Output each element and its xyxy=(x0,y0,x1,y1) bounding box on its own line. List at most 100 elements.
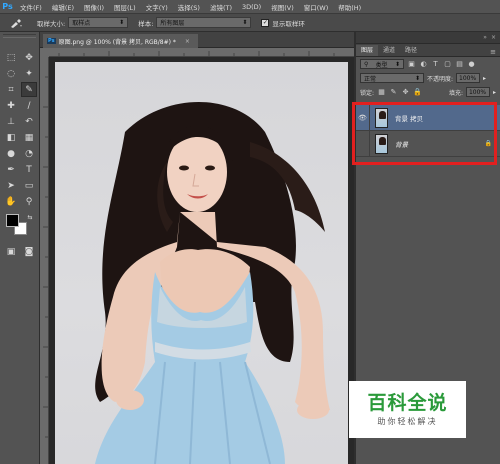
menu-window[interactable]: 窗口(W) xyxy=(299,2,334,12)
collapse-icon[interactable]: » xyxy=(483,34,487,41)
menu-3d[interactable]: 3D(D) xyxy=(237,3,266,11)
tab-paths[interactable]: 路径 xyxy=(400,45,422,56)
pen-tool-icon[interactable]: ✒ xyxy=(3,162,19,177)
hand-tool-icon[interactable]: ✋ xyxy=(3,194,19,209)
document-tab-bar: Ps 原图.png @ 100% (背景 拷贝, RGB/8#) * × xyxy=(40,32,354,48)
lock-transparency-icon[interactable]: ▦ xyxy=(377,88,386,97)
fill-label: 填充: xyxy=(448,89,463,97)
ruler-corner xyxy=(40,48,49,57)
lock-icon: 🔒 xyxy=(484,140,492,147)
sample-size-select[interactable]: 取样点 ⬍ xyxy=(68,17,129,28)
quick-mask-icon[interactable]: ◙ xyxy=(21,244,37,259)
sample-size-label: 取样大小: xyxy=(37,19,66,28)
show-ring-checkbox[interactable]: ✓ xyxy=(261,18,270,27)
menu-file[interactable]: 文件(F) xyxy=(15,2,47,12)
sample-label: 样本: xyxy=(138,19,154,28)
magic-wand-tool-icon[interactable]: ✦ xyxy=(21,66,37,81)
options-bar: 取样大小: 取样点 ⬍ 样本: 所有图层 ⬍ ✓ 显示取样环 xyxy=(0,13,500,32)
chevron-down-icon[interactable]: ▸ xyxy=(483,75,486,82)
screen-mode-icon[interactable]: ▣ xyxy=(3,244,19,259)
horizontal-ruler[interactable] xyxy=(49,48,354,57)
menu-view[interactable]: 视图(V) xyxy=(266,2,299,12)
brush-tool-icon[interactable]: ∕ xyxy=(21,98,37,113)
lock-all-icon[interactable]: 🔒 xyxy=(413,88,422,97)
lasso-tool-icon[interactable]: ◌ xyxy=(3,66,19,81)
eraser-tool-icon[interactable]: ◧ xyxy=(3,130,19,145)
pixel-filter-icon[interactable]: ▣ xyxy=(407,60,416,69)
layer-thumbnail[interactable] xyxy=(375,133,388,154)
tab-layers[interactable]: 图层 xyxy=(356,45,379,56)
adjustment-filter-icon[interactable]: ◐ xyxy=(419,60,428,69)
document-tab[interactable]: Ps 原图.png @ 100% (背景 拷贝, RGB/8#) * × xyxy=(43,34,198,48)
menu-help[interactable]: 帮助(H) xyxy=(333,2,366,12)
opacity-input[interactable]: 100% xyxy=(456,73,481,83)
chevron-down-icon: ⬍ xyxy=(394,60,400,68)
foreground-color-swatch[interactable] xyxy=(6,214,19,227)
lock-position-icon[interactable]: ✥ xyxy=(401,88,410,97)
type-tool-icon[interactable]: T xyxy=(21,162,37,177)
marquee-tool-icon[interactable]: ⬚ xyxy=(3,50,19,65)
panel-top-bar: » × xyxy=(356,32,500,44)
vertical-ruler[interactable] xyxy=(40,57,49,464)
layer-row[interactable]: 背景 🔒 xyxy=(356,130,500,157)
eye-hidden-icon[interactable] xyxy=(356,130,370,157)
menu-bar: Ps 文件(F) 编辑(E) 图像(I) 图层(L) 文字(Y) 选择(S) 滤… xyxy=(0,0,500,13)
portrait-illustration xyxy=(95,102,330,464)
eyedropper-tool-icon[interactable]: ✎ xyxy=(21,82,37,97)
menu-layer[interactable]: 图层(L) xyxy=(109,2,141,12)
dodge-tool-icon[interactable]: ◔ xyxy=(21,146,37,161)
layer-name[interactable]: 背景 拷贝 xyxy=(395,113,423,123)
layer-name[interactable]: 背景 xyxy=(395,139,408,149)
blend-mode-select[interactable]: 正常 ⬍ xyxy=(360,73,424,83)
close-panel-icon[interactable]: × xyxy=(491,34,496,41)
blend-mode-value: 正常 xyxy=(364,75,377,83)
menu-select[interactable]: 选择(S) xyxy=(173,2,205,12)
watermark: 百科全说 助你轻松解决 xyxy=(349,381,466,438)
clone-stamp-tool-icon[interactable]: ⊥ xyxy=(3,114,19,129)
lock-label: 锁定: xyxy=(360,89,375,97)
menu-filter[interactable]: 滤镜(T) xyxy=(205,2,237,12)
search-icon: ⚲ xyxy=(364,60,369,68)
tool-preset-picker[interactable] xyxy=(3,15,29,30)
type-filter-icon[interactable]: T xyxy=(431,60,440,69)
spot-healing-tool-icon[interactable]: ✚ xyxy=(3,98,19,113)
layer-thumbnail[interactable] xyxy=(375,107,388,128)
close-icon[interactable]: × xyxy=(185,38,190,45)
fill-input[interactable]: 100% xyxy=(465,87,490,97)
layer-row[interactable]: 👁 背景 拷贝 xyxy=(356,104,500,131)
filter-toggle-icon[interactable]: ● xyxy=(467,60,476,69)
sample-size-value: 取样点 xyxy=(72,20,91,27)
smart-object-filter-icon[interactable]: ▤ xyxy=(455,60,464,69)
ps-doc-icon: Ps xyxy=(47,38,56,44)
chevron-down-icon: ⬍ xyxy=(119,19,125,26)
lock-row: 锁定: ▦ ✎ ✥ 🔒 填充: 100% ▸ xyxy=(356,85,500,99)
chevron-down-icon[interactable]: ▸ xyxy=(493,89,496,96)
opacity-label: 不透明度: xyxy=(427,75,454,83)
blur-tool-icon[interactable]: ● xyxy=(3,146,19,161)
zoom-tool-icon[interactable]: ⚲ xyxy=(21,194,37,209)
gradient-tool-icon[interactable]: ▦ xyxy=(21,130,37,145)
show-ring-label: 显示取样环 xyxy=(272,19,305,28)
shape-tool-icon[interactable]: ▭ xyxy=(21,178,37,193)
document-title: 原图.png @ 100% (背景 拷贝, RGB/8#) * xyxy=(58,38,176,46)
panel-menu-icon[interactable]: ≡ xyxy=(490,48,500,56)
chevron-down-icon: ⬍ xyxy=(242,19,248,26)
history-brush-tool-icon[interactable]: ↶ xyxy=(21,114,37,129)
tab-channels[interactable]: 通道 xyxy=(378,45,400,56)
menu-image[interactable]: 图像(I) xyxy=(79,2,109,12)
document-photo[interactable] xyxy=(55,62,348,464)
sample-value: 所有图层 xyxy=(160,20,185,27)
toolbox-grip[interactable] xyxy=(3,34,36,38)
shape-filter-icon[interactable]: ▢ xyxy=(443,60,452,69)
move-tool-icon[interactable]: ✥ xyxy=(21,50,37,65)
panel-tabs: 图层 通道 路径 ≡ xyxy=(356,44,500,57)
filter-kind-select[interactable]: ⚲ 类型 ⬍ xyxy=(360,59,404,69)
layers-list: 👁 背景 拷贝 背景 🔒 xyxy=(356,104,500,195)
crop-tool-icon[interactable]: ⌗ xyxy=(3,82,19,97)
menu-edit[interactable]: 编辑(E) xyxy=(47,2,79,12)
path-selection-tool-icon[interactable]: ➤ xyxy=(3,178,19,193)
sample-select[interactable]: 所有图层 ⬍ xyxy=(156,17,252,28)
eye-icon[interactable]: 👁 xyxy=(356,104,370,131)
menu-type[interactable]: 文字(Y) xyxy=(141,2,173,12)
lock-pixels-icon[interactable]: ✎ xyxy=(389,88,398,97)
